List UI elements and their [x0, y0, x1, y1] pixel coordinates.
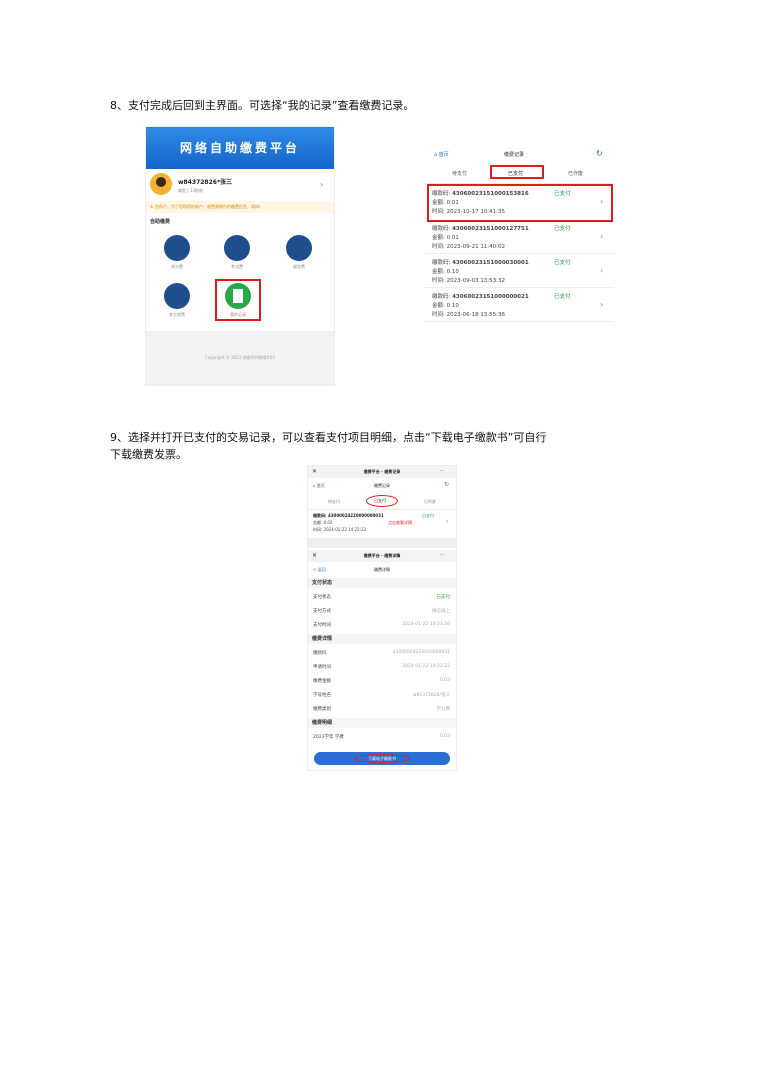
document-icon[interactable] — [164, 283, 190, 309]
chevron-right-icon[interactable]: › — [320, 180, 323, 189]
graduation-cap-icon[interactable] — [286, 235, 312, 261]
tab-unpaid[interactable]: 待支付 — [452, 170, 467, 177]
row-label: 支付状态 — [313, 595, 331, 600]
detail-title: 缴费详情 — [374, 567, 390, 572]
record-time: 时间: 2024-01-22 14:22:22 — [313, 527, 367, 532]
status-badge: 已支付 — [422, 513, 434, 518]
records-title: 缴费记录 — [504, 152, 525, 158]
banner-title: 网络自助缴费平台 — [179, 141, 300, 155]
detail-bar-title: 缴费平台 - 缴费详情 — [363, 553, 401, 558]
copyright: Copyright © 2023 湖南XXX教育XXX — [205, 355, 275, 360]
exam-icon[interactable] — [224, 235, 250, 261]
list-item: 缴款码: 43060023151000153816 — [432, 191, 529, 197]
books-icon[interactable] — [164, 235, 190, 261]
row-label: 缴款码 — [313, 651, 327, 656]
row-value: 微信线上 — [432, 609, 450, 614]
user-sub: 绑定 | 13秒前 — [178, 188, 203, 193]
list-item[interactable]: 缴款码: 43060023151000000021 — [432, 292, 529, 300]
section-title: 自助缴费 — [150, 219, 171, 225]
records-title: 缴费记录 — [374, 483, 390, 488]
top-bar: ✕ 缴费平台 - 缴费记录 ··· — [308, 466, 456, 478]
records-screenshot: ⌂ 首页 缴费记录 ↻ 待支付 已支付 已作废 缴款码: 43060023151… — [424, 145, 614, 330]
records-icon — [225, 283, 251, 309]
my-records-highlight[interactable]: 我的记录 — [215, 279, 261, 321]
refresh-icon[interactable]: ↻ — [444, 481, 449, 488]
status-badge: 已支付 — [554, 260, 571, 266]
row-value: 2024-01-22 14:22:22 — [402, 664, 450, 669]
row-value: 0.02 — [439, 734, 450, 739]
download-button[interactable]: 下载电子缴款书 — [314, 752, 450, 765]
record-time: 时间: 2023-09-03 13:53:32 — [432, 278, 506, 284]
more-icon[interactable]: ··· — [440, 468, 444, 473]
banner: 网络自助缴费平台 — [146, 127, 334, 169]
record-time: 时间: 2023-06-18 13:55:36 — [432, 312, 506, 318]
status-badge: 已支付 — [554, 294, 571, 300]
row-label: 申请时间 — [313, 665, 331, 670]
row-label: 缴费类别 — [313, 707, 331, 712]
row-value: w84372826/张三 — [412, 693, 450, 698]
row-value: 0.02 — [439, 678, 450, 683]
tab-paid-highlight[interactable]: 已支付 — [366, 495, 398, 507]
notice-text: ① 台用户，为了您和您的账户，收费周期内的缴费信息，请知！ — [150, 204, 263, 209]
record-amount: 金额: 0.01 — [432, 235, 459, 241]
more-icon[interactable]: ··· — [440, 552, 444, 557]
tab-unpaid[interactable]: 待支付 — [328, 499, 340, 505]
tab-void[interactable]: 已作废 — [568, 170, 583, 177]
avatar — [150, 173, 172, 195]
detail-hint: 点击查看详情 — [388, 520, 412, 525]
section-header: 缴费详情 — [308, 634, 456, 644]
icon-label: 学分费 — [171, 264, 183, 269]
row-label: 支付时间 — [313, 623, 331, 628]
chevron-right-icon[interactable]: › — [600, 197, 603, 206]
footer: Copyright © 2023 湖南XXX教育XXX — [146, 331, 334, 385]
icon-label: 考试费 — [231, 264, 243, 269]
chevron-right-icon[interactable]: › — [600, 232, 603, 241]
status-badge: 已支付 — [554, 226, 571, 232]
record-time: 时间: 2023-09-21 11:40:02 — [432, 244, 506, 250]
tab-paid-highlight[interactable]: 已支付 — [490, 165, 544, 179]
step9-line2: 下载缴费发票。 — [110, 448, 187, 461]
list-item[interactable]: 缴款码: 43000024220000000031 — [313, 513, 384, 519]
icon-label: 其它收费 — [169, 312, 185, 317]
row-label: 学号姓名 — [313, 693, 331, 698]
icon-label: 留学费 — [293, 264, 305, 269]
status-badge: 已支付 — [554, 191, 571, 197]
detail-top-bar: ✕ 缴费平台 - 缴费详情 ··· — [308, 550, 456, 562]
user-name: w84372826*张三 — [178, 179, 233, 186]
chevron-right-icon[interactable]: › — [446, 518, 448, 525]
tab-paid: 已支付 — [508, 171, 524, 177]
record-amount: 金额: 0.02 — [313, 520, 333, 525]
row-value: 学分费 — [436, 707, 451, 712]
notice-bar: ① 台用户，为了您和您的账户，收费周期内的缴费信息，请知！ — [146, 201, 334, 213]
tab-paid: 已支付 — [374, 498, 386, 503]
download-label: 下载电子缴款书 — [368, 756, 396, 761]
chevron-right-icon[interactable]: › — [600, 266, 603, 275]
list-item[interactable]: 缴款码: 43060023151000127751 — [432, 224, 529, 232]
tab-void[interactable]: 已作废 — [424, 499, 436, 505]
home-link[interactable]: ⌂ 首页 — [434, 151, 449, 158]
record-amount: 金额: 0.01 — [432, 200, 459, 206]
record-amount: 金额: 0.10 — [432, 303, 459, 309]
section-header: 缴费明细 — [308, 718, 456, 728]
chevron-right-icon[interactable]: › — [600, 300, 603, 309]
row-label: 2023学年 学费 — [313, 735, 344, 740]
step8-text: 8、支付完成后回到主界面。可选择“我的记录”查看缴费记录。 — [110, 99, 415, 112]
row-label: 支付方式 — [313, 609, 331, 614]
record-time: 时间: 2023-10-17 10:41:35 — [432, 209, 506, 215]
step9-line1: 9、选择并打开已支付的交易记录，可以查看支付项目明细，点击“下载电子缴款书”可自… — [110, 431, 547, 444]
record-amount: 金额: 0.10 — [432, 269, 459, 275]
section-header: 支付状态 — [308, 578, 456, 588]
row-value: 43000024220000000031 — [392, 650, 450, 655]
top-bar-title: 缴费平台 - 缴费记录 — [363, 469, 401, 474]
list-item[interactable]: 缴款码: 43060023151000030001 — [432, 258, 529, 266]
row-value: 已支付 — [436, 595, 451, 600]
row-value: 2024-01-22 14:23:16 — [402, 622, 450, 627]
app-main-screenshot: 网络自助缴费平台 w84372826*张三 绑定 | 13秒前 › ① 台用户，… — [146, 127, 334, 385]
icon-label: 我的记录 — [230, 312, 246, 317]
row-label: 缴费金额 — [313, 679, 331, 684]
detail-screenshot: ✕ 缴费平台 - 缴费记录 ··· ⌂ 首页 缴费记录 ↻ 待支付 已支付 已作… — [308, 466, 456, 770]
refresh-icon[interactable]: ↻ — [596, 149, 603, 158]
